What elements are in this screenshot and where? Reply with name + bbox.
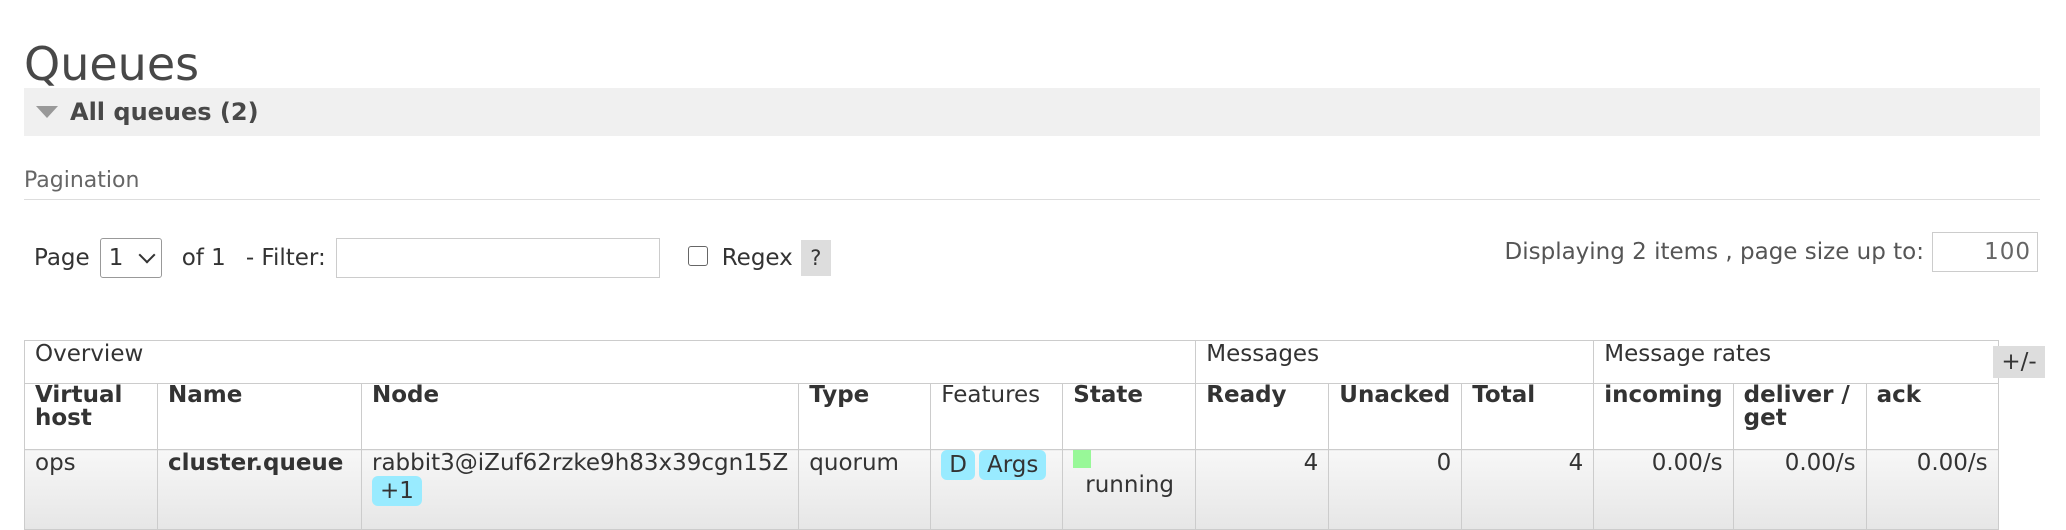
cell-incoming: 0.00/s <box>1593 449 1734 530</box>
queue-name-link[interactable]: cluster.queue <box>157 449 362 530</box>
of-pages-label: of 1 <box>181 245 226 271</box>
page-label: Page <box>34 245 90 271</box>
col-name[interactable]: Name <box>157 383 362 450</box>
col-type[interactable]: Type <box>798 383 932 450</box>
node-extra-badge: +1 <box>372 476 422 506</box>
col-features: Features <box>930 383 1064 450</box>
cell-ready: 4 <box>1195 449 1330 530</box>
group-overview: Overview <box>23 340 1197 384</box>
regex-help-button[interactable]: ? <box>800 240 831 276</box>
triangle-down-icon <box>36 106 58 118</box>
cell-vhost: ops <box>24 449 158 530</box>
chevron-down-icon <box>138 246 156 264</box>
col-ack[interactable]: ack <box>1865 383 1999 450</box>
all-queues-section-toggle[interactable]: All queues (2) <box>24 88 2040 136</box>
cell-total: 4 <box>1461 449 1595 530</box>
section-label: All queues (2) <box>70 98 259 126</box>
col-virtual-host[interactable]: Virtual host <box>24 383 158 450</box>
filter-label: - Filter: <box>245 245 326 271</box>
group-message-rates: Message rates <box>1593 340 1999 384</box>
col-total[interactable]: Total <box>1461 383 1595 450</box>
col-ready[interactable]: Ready <box>1195 383 1330 450</box>
col-incoming[interactable]: incoming <box>1593 383 1734 450</box>
page-size-input[interactable]: 100 <box>1932 232 2038 272</box>
cell-node: rabbit3@iZuf62rzke9h83x39cgn15Z +1 <box>360 449 800 530</box>
group-messages: Messages <box>1195 340 1595 384</box>
col-unacked[interactable]: Unacked <box>1328 383 1463 450</box>
pagination-heading: Pagination <box>24 168 2040 200</box>
pagination-controls: Page 1 of 1 - Filter: Regex ? <box>34 236 831 280</box>
col-state[interactable]: State <box>1062 383 1197 450</box>
cell-ack: 0.00/s <box>1865 449 1999 530</box>
cell-deliver: 0.00/s <box>1732 449 1867 530</box>
toggle-columns-button[interactable]: +/- <box>1993 346 2045 378</box>
col-deliver-get[interactable]: deliver / get <box>1732 383 1867 450</box>
regex-checkbox[interactable] <box>687 246 708 266</box>
cell-state: running <box>1062 449 1197 530</box>
cell-features: D Args <box>930 449 1064 530</box>
filter-input[interactable] <box>335 238 660 278</box>
page-select[interactable]: 1 <box>99 238 162 278</box>
cell-type: quorum <box>798 449 932 530</box>
page-title: Queues <box>24 37 200 91</box>
table-row: ops cluster.queue rabbit3@iZuf62rzke9h83… <box>24 449 1999 530</box>
display-label: Displaying 2 items , page size up to: <box>1504 239 1924 265</box>
running-status-icon <box>1073 450 1092 468</box>
page-select-value: 1 <box>108 245 124 271</box>
queues-table: Overview Messages Message rates Virtual h… <box>23 340 1999 530</box>
regex-label: Regex <box>721 245 793 271</box>
feature-durable-badge: D <box>941 450 975 480</box>
feature-args-badge: Args <box>978 450 1047 480</box>
node-name: rabbit3@iZuf62rzke9h83x39cgn15Z <box>372 450 789 477</box>
col-node[interactable]: Node <box>360 383 800 450</box>
cell-unacked: 0 <box>1328 449 1463 530</box>
display-info: Displaying 2 items , page size up to: 10… <box>1505 232 2038 272</box>
state-label: running <box>1085 472 1175 498</box>
